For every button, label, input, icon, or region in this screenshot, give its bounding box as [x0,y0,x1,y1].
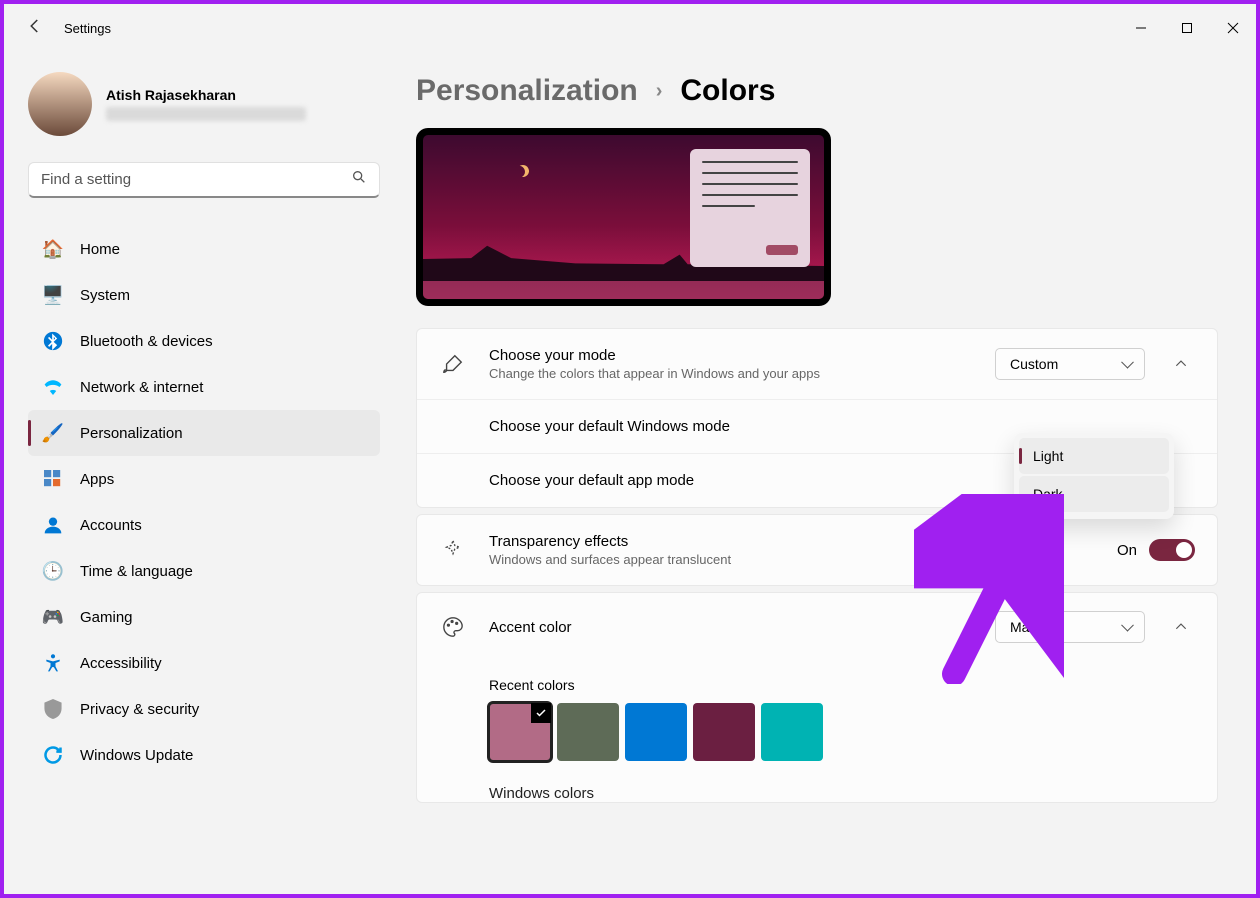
apps-icon [42,468,64,490]
search-box[interactable] [28,162,380,198]
transparency-card: Transparency effects Windows and surface… [416,514,1218,586]
nav-network[interactable]: Network & internet [28,364,380,410]
update-icon [42,744,64,766]
recent-colors-label: Recent colors [489,677,1217,693]
nav-accounts[interactable]: Accounts [28,502,380,548]
search-icon [351,169,367,190]
accent-card: Accent color Manual Recent colors Window… [416,592,1218,803]
person-icon [42,514,64,536]
nav-personalization[interactable]: 🖌️ Personalization [28,410,380,456]
mode-dropdown[interactable]: Custom [995,348,1145,380]
avatar [28,72,92,136]
user-email [106,107,306,121]
windows-mode-label: Choose your default Windows mode [489,418,730,435]
gamepad-icon: 🎮 [42,606,64,628]
windows-colors-label: Windows colors [489,785,1217,802]
brush-icon [439,353,467,375]
accessibility-icon [42,652,64,674]
accent-header[interactable]: Accent color Manual [417,593,1217,661]
breadcrumb-parent[interactable]: Personalization [416,74,638,108]
mode-header[interactable]: Choose your mode Change the colors that … [417,329,1217,400]
breadcrumb: Personalization › Colors [416,74,1218,108]
wifi-icon [42,376,64,398]
nav-apps[interactable]: Apps [28,456,380,502]
nav-label: Accessibility [80,655,162,672]
user-name: Atish Rajasekharan [106,87,306,103]
menu-item-dark[interactable]: Dark [1019,476,1169,512]
maximize-button[interactable] [1164,8,1210,48]
nav-label: Time & language [80,563,193,580]
accent-title: Accent color [489,619,995,636]
toggle-label: On [1117,542,1137,559]
nav-bluetooth[interactable]: Bluetooth & devices [28,318,380,364]
transparency-toggle[interactable] [1149,539,1195,561]
nav-label: Home [80,241,120,258]
nav-label: Accounts [80,517,142,534]
user-profile[interactable]: Atish Rajasekharan [28,72,380,136]
nav-label: Apps [80,471,114,488]
back-icon[interactable] [26,17,44,40]
shield-icon [42,698,64,720]
menu-item-light[interactable]: Light [1019,438,1169,474]
nav-label: Windows Update [80,747,193,764]
color-swatch[interactable] [761,703,823,761]
transparency-subtitle: Windows and surfaces appear translucent [489,552,1117,567]
nav-label: Bluetooth & devices [80,333,213,350]
nav-gaming[interactable]: 🎮 Gaming [28,594,380,640]
chevron-right-icon: › [656,80,663,103]
title-bar: Settings [4,4,1256,52]
nav-label: Privacy & security [80,701,199,718]
nav-time[interactable]: 🕒 Time & language [28,548,380,594]
page-title: Colors [680,74,775,108]
mode-menu[interactable]: Light Dark [1014,433,1174,519]
bluetooth-icon [42,330,64,352]
collapse-icon[interactable] [1167,620,1195,634]
nav-update[interactable]: Windows Update [28,732,380,778]
nav-label: Personalization [80,425,183,442]
transparency-row[interactable]: Transparency effects Windows and surface… [417,515,1217,585]
home-icon: 🏠 [42,238,64,260]
system-icon: 🖥️ [42,284,64,306]
minimize-button[interactable] [1118,8,1164,48]
recent-colors [489,703,1217,761]
search-input[interactable] [41,171,351,188]
nav-accessibility[interactable]: Accessibility [28,640,380,686]
palette-icon [439,616,467,638]
brush-icon: 🖌️ [42,422,64,444]
sidebar: Atish Rajasekharan 🏠 Home 🖥️ System Blueto… [4,52,394,894]
nav-label: Gaming [80,609,133,626]
check-icon [531,703,551,723]
app-mode-label: Choose your default app mode [489,472,694,489]
color-swatch[interactable] [625,703,687,761]
nav-privacy[interactable]: Privacy & security [28,686,380,732]
close-button[interactable] [1210,8,1256,48]
color-swatch[interactable] [489,703,551,761]
accent-dropdown[interactable]: Manual [995,611,1145,643]
nav-home[interactable]: 🏠 Home [28,226,380,272]
nav-label: Network & internet [80,379,203,396]
nav-system[interactable]: 🖥️ System [28,272,380,318]
color-swatch[interactable] [693,703,755,761]
nav-list: 🏠 Home 🖥️ System Bluetooth & devices Netwo… [28,226,380,778]
theme-preview [416,128,831,306]
mode-title: Choose your mode [489,347,995,364]
clock-icon: 🕒 [42,560,64,582]
color-swatch[interactable] [557,703,619,761]
mode-subtitle: Change the colors that appear in Windows… [489,366,995,381]
transparency-title: Transparency effects [489,533,1117,550]
sparkle-icon [439,539,467,561]
window-title: Settings [64,21,111,36]
collapse-icon[interactable] [1167,357,1195,371]
window-controls [1118,8,1256,48]
nav-label: System [80,287,130,304]
